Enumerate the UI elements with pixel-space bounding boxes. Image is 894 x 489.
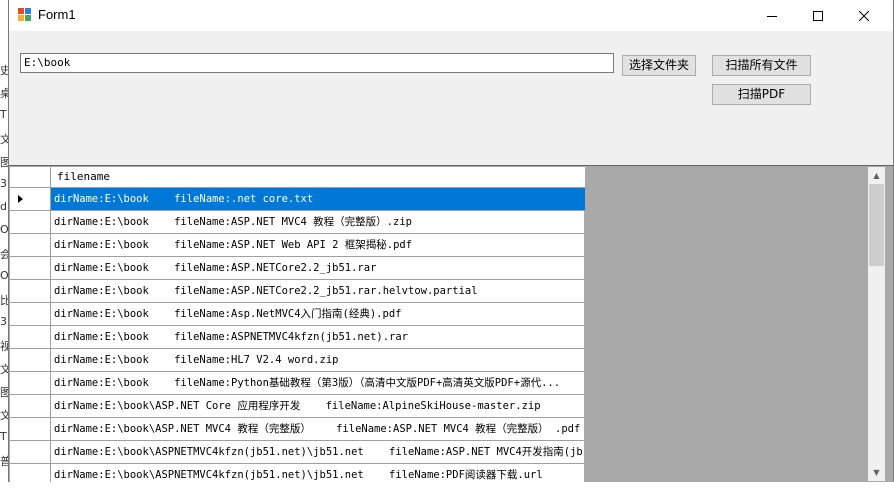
filename-cell[interactable]: dirName:E:\book fileName:ASP.NET Web API… [51, 234, 585, 256]
datagrid-content: filename dirName:E:\book fileName:.net c… [10, 167, 585, 482]
row-header[interactable] [10, 395, 51, 417]
vertical-scrollbar[interactable]: ▲ ▼ [868, 167, 885, 481]
app-icon [18, 8, 31, 21]
table-row[interactable]: dirName:E:\book fileName:ASP.NETCore2.2_… [10, 257, 585, 280]
table-row[interactable]: dirName:E:\book\ASP.NET Core 应用程序开发 file… [10, 395, 585, 418]
current-row-arrow-icon [18, 195, 23, 203]
background-char: Or [0, 269, 8, 282]
background-char: 史 [0, 64, 8, 77]
filename-cell[interactable]: dirName:E:\book\ASPNETMVC4kfzn(jb51.net)… [51, 441, 585, 463]
table-row[interactable]: dirName:E:\book fileName:Asp.NetMVC4入门指南… [10, 303, 585, 326]
background-char: T [0, 430, 7, 443]
table-row[interactable]: dirName:E:\book fileName:ASPNETMVC4kfzn(… [10, 326, 585, 349]
background-char: 图 [0, 156, 8, 169]
form1-window: Form1 E:\book 选择文件夹 扫描所有文件 扫描PDF filenam… [8, 0, 894, 482]
folder-path-input[interactable]: E:\book [20, 53, 614, 73]
background-char: 文 [0, 409, 8, 422]
close-icon [859, 10, 869, 21]
table-row[interactable]: dirName:E:\book\ASPNETMVC4kfzn(jb51.net)… [10, 441, 585, 464]
table-row[interactable]: dirName:E:\book fileName:Python基础教程（第3版）… [10, 372, 585, 395]
scan-all-files-button[interactable]: 扫描所有文件 [712, 55, 811, 76]
scan-pdf-button[interactable]: 扫描PDF [712, 84, 811, 105]
row-header[interactable] [10, 418, 51, 440]
table-row[interactable]: dirName:E:\book fileName:ASP.NET Web API… [10, 234, 585, 257]
table-row[interactable]: dirName:E:\book\ASP.NET MVC4 教程（完整版） fil… [10, 418, 585, 441]
row-header[interactable] [10, 188, 51, 210]
scroll-thumb[interactable] [869, 184, 884, 266]
row-header[interactable] [10, 464, 51, 482]
table-row[interactable]: dirName:E:\book\ASPNETMVC4kfzn(jb51.net)… [10, 464, 585, 482]
datagrid-header: filename [10, 167, 585, 188]
filename-cell[interactable]: dirName:E:\book\ASPNETMVC4kfzn(jb51.net)… [51, 464, 585, 482]
background-char: 普 [0, 455, 8, 468]
filename-cell[interactable]: dirName:E:\book fileName:ASP.NETCore2.2_… [51, 257, 585, 279]
background-char: 桌 [0, 87, 8, 100]
row-header[interactable] [10, 441, 51, 463]
minimize-button[interactable] [749, 0, 795, 31]
table-row[interactable]: dirName:E:\book fileName:ASP.NET MVC4 教程… [10, 211, 585, 234]
background-char: 比 [0, 294, 8, 307]
background-char: 3 [0, 315, 7, 328]
column-header-filename[interactable]: filename [57, 170, 110, 183]
minimize-icon [767, 15, 777, 17]
filename-cell[interactable]: dirName:E:\book\ASP.NET Core 应用程序开发 file… [51, 395, 585, 417]
filename-cell[interactable]: dirName:E:\book fileName:ASP.NETCore2.2_… [51, 280, 585, 302]
filename-cell[interactable]: dirName:E:\book\ASP.NET MVC4 教程（完整版） fil… [51, 418, 585, 440]
maximize-icon [813, 10, 823, 21]
row-header[interactable] [10, 303, 51, 325]
filename-cell[interactable]: dirName:E:\book fileName:Asp.NetMVC4入门指南… [51, 303, 585, 325]
close-button[interactable] [841, 0, 887, 31]
background-window-edge: 史桌T文图3dO会Or比3视文图文T普 [0, 0, 8, 489]
table-row[interactable]: dirName:E:\book fileName:.net core.txt [10, 188, 585, 211]
row-header[interactable] [10, 372, 51, 394]
filename-cell[interactable]: dirName:E:\book fileName:ASPNETMVC4kfzn(… [51, 326, 585, 348]
scroll-down-icon[interactable]: ▼ [868, 464, 885, 481]
row-header[interactable] [10, 280, 51, 302]
table-row[interactable]: dirName:E:\book fileName:ASP.NETCore2.2_… [10, 280, 585, 303]
filename-cell[interactable]: dirName:E:\book fileName:Python基础教程（第3版）… [51, 372, 585, 394]
row-header[interactable] [10, 326, 51, 348]
row-header[interactable] [10, 349, 51, 371]
background-char: 文 [0, 363, 8, 376]
header-corner [10, 167, 51, 187]
scroll-up-icon[interactable]: ▲ [868, 167, 885, 184]
title-bar[interactable]: Form1 [9, 0, 893, 31]
choose-folder-button[interactable]: 选择文件夹 [622, 55, 696, 76]
filename-cell[interactable]: dirName:E:\book fileName:HL7 V2.4 word.z… [51, 349, 585, 371]
background-char: 会 [0, 248, 8, 261]
background-char: 视 [0, 340, 8, 353]
file-datagrid[interactable]: filename dirName:E:\book fileName:.net c… [9, 165, 893, 482]
table-row[interactable]: dirName:E:\book fileName:HL7 V2.4 word.z… [10, 349, 585, 372]
background-char: 3 [0, 177, 7, 190]
background-char: O [0, 223, 8, 236]
filename-cell[interactable]: dirName:E:\book fileName:.net core.txt [51, 188, 585, 210]
background-char: d [0, 200, 7, 213]
row-header[interactable] [10, 257, 51, 279]
background-char: 文 [0, 133, 8, 146]
background-char: T [0, 108, 7, 121]
maximize-button[interactable] [795, 0, 841, 31]
background-char: 图 [0, 386, 8, 399]
row-header[interactable] [10, 211, 51, 233]
filename-cell[interactable]: dirName:E:\book fileName:ASP.NET MVC4 教程… [51, 211, 585, 233]
row-header[interactable] [10, 234, 51, 256]
window-title: Form1 [38, 7, 76, 22]
